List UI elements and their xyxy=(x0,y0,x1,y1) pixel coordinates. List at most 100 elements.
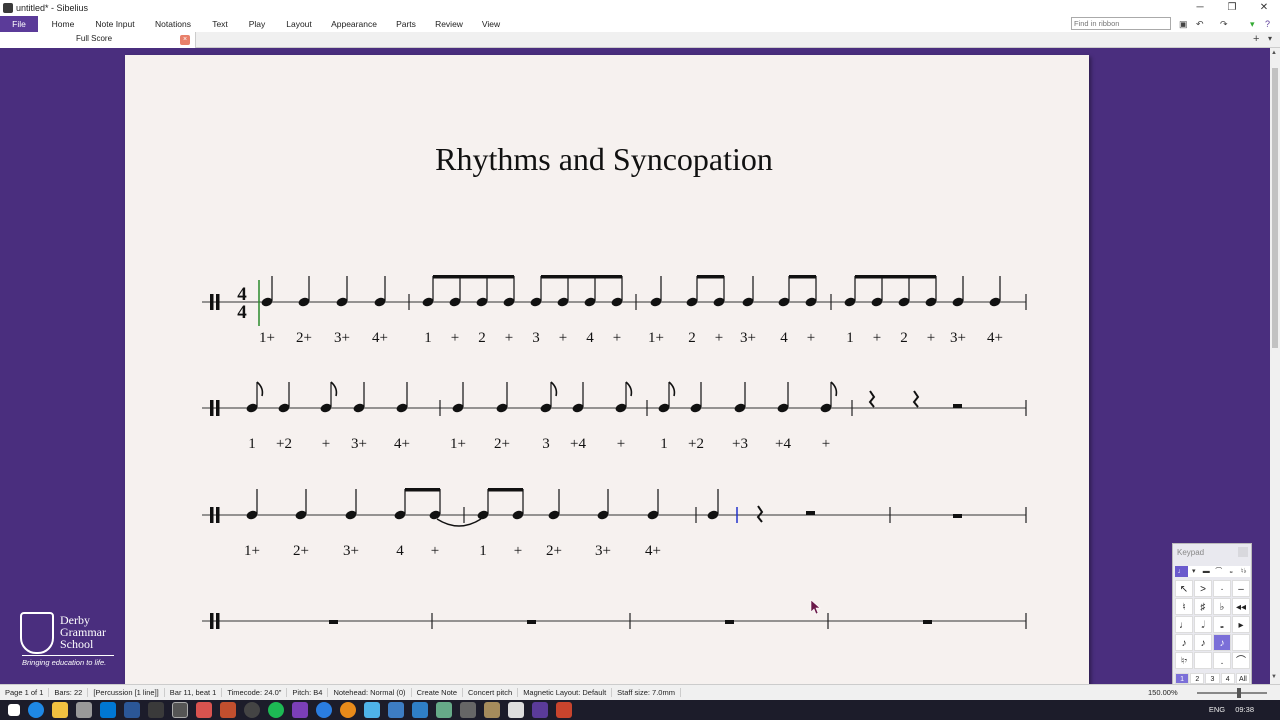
status-bars: Bars: 22 xyxy=(49,688,89,697)
whole-rest xyxy=(329,620,338,624)
keypad-layout-2[interactable]: 2 xyxy=(1190,673,1205,684)
keypad-tab-ties[interactable]: ⌒ xyxy=(1213,566,1226,577)
teams-icon[interactable] xyxy=(532,702,548,718)
keypad-key[interactable]: ♮𝄾 xyxy=(1175,652,1193,669)
percussion-clef xyxy=(216,507,220,523)
start-icon[interactable] xyxy=(8,704,20,716)
keypad-key[interactable]: ◂◂ xyxy=(1232,598,1250,615)
whole-rest xyxy=(953,514,962,518)
count-label: 1+ xyxy=(648,330,664,346)
count-label: 3+ xyxy=(950,330,966,346)
keypad-key[interactable]: ♪ xyxy=(1175,634,1193,651)
vertical-scrollbar[interactable]: ▲ ▼ xyxy=(1270,48,1280,684)
keypad-layout-1[interactable]: 1 xyxy=(1175,673,1190,684)
keypad-tab-jazz[interactable]: ♮♭ xyxy=(1238,566,1251,577)
keypad-close-icon[interactable] xyxy=(1238,547,1248,557)
count-label: 2+ xyxy=(494,436,510,452)
app-icon-orange[interactable] xyxy=(340,702,356,718)
sibelius-taskbar-icon[interactable] xyxy=(172,702,188,718)
status-pitch: Pitch: B4 xyxy=(287,688,329,697)
count-label: 1+ xyxy=(450,436,466,452)
scroll-down-icon[interactable]: ▼ xyxy=(1271,674,1277,680)
app-icon-crimson[interactable] xyxy=(556,702,572,718)
scroll-thumb[interactable] xyxy=(1272,68,1278,348)
keypad-key[interactable] xyxy=(1232,634,1250,651)
count-label: +3 xyxy=(732,436,748,452)
app-icon-green[interactable] xyxy=(436,702,452,718)
keypad-key[interactable]: 𝅝 xyxy=(1213,616,1231,633)
app-icon-white[interactable] xyxy=(508,702,524,718)
app-icon-red[interactable] xyxy=(196,702,212,718)
app-icon-azure[interactable] xyxy=(412,702,428,718)
app-icon-dark[interactable] xyxy=(244,702,260,718)
app-icon-tan[interactable] xyxy=(484,702,500,718)
file-explorer-icon[interactable] xyxy=(52,702,68,718)
keypad-key[interactable] xyxy=(1194,652,1212,669)
keypad-tab-more[interactable]: ▾ xyxy=(1188,566,1201,577)
keypad-key[interactable]: . xyxy=(1213,652,1231,669)
keypad-key[interactable]: ♪ xyxy=(1213,634,1231,651)
status-bar: Page 1 of 1 Bars: 22 [Percussion [1 line… xyxy=(0,684,1280,700)
keypad-key[interactable]: ▸ xyxy=(1232,616,1250,633)
count-label: + xyxy=(715,330,723,346)
outlook-icon[interactable] xyxy=(100,702,116,718)
half-rest xyxy=(953,404,962,408)
count-label: 3+ xyxy=(351,436,367,452)
keypad-key[interactable]: – xyxy=(1232,580,1250,597)
note-beam xyxy=(697,275,724,279)
quarter-rest xyxy=(756,505,764,523)
keypad-tab-beams[interactable]: ▬ xyxy=(1200,566,1213,577)
keypad-keys: ↖ > · – ♮ ♯ ♭ ◂◂ ♩ 𝅗𝅥 𝅝 ▸ ♪ ♪ ♪ ♮𝄾. ⌒ xyxy=(1175,580,1250,669)
note-flag xyxy=(550,381,558,397)
zoom-slider[interactable] xyxy=(1197,692,1267,694)
clock[interactable]: 09:38 xyxy=(1235,705,1254,714)
count-label: 1+ xyxy=(259,330,275,346)
settings-icon[interactable] xyxy=(148,702,164,718)
keypad-key[interactable]: > xyxy=(1194,580,1212,597)
onenote-icon[interactable] xyxy=(292,702,308,718)
keypad-tab-common[interactable]: ♩ xyxy=(1175,566,1188,577)
app-icon-blue[interactable] xyxy=(388,702,404,718)
count-label: 3+ xyxy=(343,543,359,559)
powerpoint-icon[interactable] xyxy=(220,702,236,718)
keypad-layout-all[interactable]: All xyxy=(1235,673,1251,684)
keypad-key[interactable]: 𝅗𝅥 xyxy=(1194,616,1212,633)
keypad-key[interactable]: · xyxy=(1213,580,1231,597)
count-label: 4 xyxy=(780,330,788,346)
keypad-key[interactable]: ↖ xyxy=(1175,580,1193,597)
keypad-key[interactable]: ⌒ xyxy=(1232,652,1250,669)
browser-icon[interactable] xyxy=(316,702,332,718)
keypad-key[interactable]: ♩ xyxy=(1175,616,1193,633)
count-label: 1 xyxy=(846,330,854,346)
keypad-layout-4[interactable]: 4 xyxy=(1220,673,1235,684)
spotify-icon[interactable] xyxy=(268,702,284,718)
score-title: Rhythms and Syncopation xyxy=(435,141,773,177)
app-icon-check[interactable] xyxy=(364,702,380,718)
keypad-key[interactable]: ♮ xyxy=(1175,598,1193,615)
count-label: 3 xyxy=(542,436,550,452)
keypad-key[interactable]: ♯ xyxy=(1194,598,1212,615)
word-icon[interactable] xyxy=(124,702,140,718)
school-logo: Derby Grammar School Bringing education … xyxy=(20,610,120,670)
keypad-tab-accidentals[interactable]: 𝄪 xyxy=(1225,566,1238,577)
status-mode: Create Note xyxy=(412,688,463,697)
language-indicator[interactable]: ENG xyxy=(1209,705,1225,714)
whole-rest xyxy=(527,620,536,624)
zoom-slider-thumb[interactable] xyxy=(1237,688,1241,698)
edge-icon[interactable] xyxy=(28,702,44,718)
system-tray: ENG 09:38 xyxy=(1201,700,1254,720)
keypad-layout-3[interactable]: 3 xyxy=(1205,673,1220,684)
status-page: Page 1 of 1 xyxy=(0,688,50,697)
store-icon[interactable] xyxy=(76,702,92,718)
keypad-key[interactable]: ♪ xyxy=(1194,634,1212,651)
count-label: 1 xyxy=(248,436,256,452)
count-label: + xyxy=(322,436,330,452)
count-label: +2 xyxy=(688,436,704,452)
note-beam xyxy=(541,275,622,279)
scroll-up-icon[interactable]: ▲ xyxy=(1271,50,1277,56)
percussion-clef xyxy=(216,613,220,629)
app-icon-gray[interactable] xyxy=(460,702,476,718)
percussion-clef xyxy=(210,294,214,310)
windows-taskbar: ENG 09:38 xyxy=(0,700,1280,720)
keypad-key[interactable]: ♭ xyxy=(1213,598,1231,615)
